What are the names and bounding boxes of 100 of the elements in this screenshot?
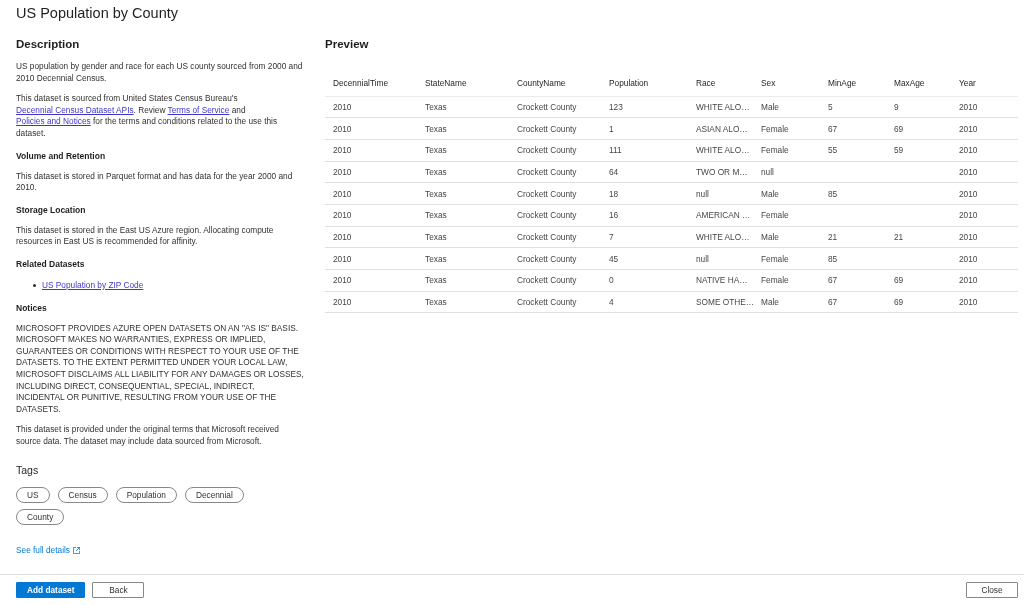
table-cell: 85 bbox=[828, 253, 838, 264]
table-cell: Male bbox=[761, 101, 779, 112]
table-cell: Crockett County bbox=[517, 297, 577, 308]
dataset-link[interactable]: US Population by ZIP Code bbox=[42, 279, 144, 292]
table-cell: Texas bbox=[425, 101, 447, 112]
section-heading: Preview bbox=[325, 37, 369, 52]
table-cell: 2010 bbox=[959, 275, 978, 286]
body-text: This dataset is stored in Parquet format and has data for the year 2000 and 2010. bbox=[16, 170, 294, 194]
table-cell: 55 bbox=[828, 145, 838, 156]
body-text: This dataset is sourced from United States Census Bureau's Decennial Census Dataset APIs. Review Terms of Service and Policies and Notices for the terms and conditions related to the use this dataset. bbox=[16, 93, 279, 140]
back-button[interactable]: Back bbox=[92, 582, 145, 598]
table-cell: Male bbox=[761, 297, 779, 308]
table-cell: 7 bbox=[609, 231, 614, 242]
table-cell: 2010 bbox=[959, 145, 978, 156]
table-cell: Texas bbox=[425, 145, 447, 156]
table-cell: 2010 bbox=[959, 188, 978, 199]
table-cell: Crockett County bbox=[517, 101, 577, 112]
table-cell: Crockett County bbox=[517, 253, 577, 264]
table-cell: 16 bbox=[609, 210, 619, 221]
table-cell: 69 bbox=[894, 275, 904, 286]
table-cell: 2010 bbox=[333, 166, 352, 177]
window-title: US Population by County bbox=[15, 4, 178, 22]
subsection-heading: Notices bbox=[16, 301, 47, 314]
body-text: MICROSOFT PROVIDES AZURE OPEN DATASETS ON AN "AS IS" BASIS. MICROSOFT MAKES NO WARRANTIES, EXPRESS OR IMPLIED, GUARANTEES OR CONDITIONS WITH RESPECT TO YOUR USE OF THE DATASETS. TO THE EXTENT PERMITTED UNDER YOUR LOCAL LAW, MICROSOFT DISCLAIMS ALL LIABILITY FOR ANY DAMAGES OR LOSSES, INCLUDING DIRECT, CONSEQUENTIAL, SPECIAL, INDIRECT, INCIDENTAL OR PUNITIVE, RESULTING FROM YOUR USE OF THE DATASETS. bbox=[16, 322, 304, 416]
table-cell: SOME OTHE… bbox=[696, 297, 755, 308]
column-header: MaxAge bbox=[894, 78, 925, 89]
table-cell: Crockett County bbox=[517, 210, 577, 221]
text-link[interactable]: Policies and Notices bbox=[16, 116, 91, 127]
table-cell: Male bbox=[761, 231, 779, 242]
close-button[interactable]: Close bbox=[966, 582, 1018, 598]
table-cell: Crockett County bbox=[517, 231, 577, 242]
table-cell: 67 bbox=[828, 123, 838, 134]
table-cell: WHITE ALO… bbox=[696, 231, 750, 242]
bullet-icon bbox=[33, 284, 36, 288]
table-cell: 123 bbox=[609, 101, 623, 112]
column-header: Sex bbox=[761, 78, 776, 89]
table-cell: 4 bbox=[609, 297, 614, 308]
table-cell: 2010 bbox=[959, 210, 978, 221]
table-cell: Texas bbox=[425, 231, 447, 242]
table-cell: 2010 bbox=[333, 275, 352, 286]
table-cell: Texas bbox=[425, 166, 447, 177]
add-button[interactable]: Add dataset bbox=[16, 582, 86, 598]
body-text: This dataset is provided under the original terms that Microsoft received source data. The dataset may include data sourced from Microsoft. bbox=[16, 424, 280, 448]
table-cell: 2010 bbox=[959, 123, 978, 134]
table-cell: Crockett County bbox=[517, 188, 577, 199]
table-cell: 69 bbox=[894, 123, 904, 134]
column-header: DecennialTime bbox=[333, 78, 389, 89]
table-cell: 1 bbox=[609, 123, 614, 134]
table-cell: 2010 bbox=[959, 166, 978, 177]
table-cell: 2010 bbox=[333, 188, 352, 199]
subsection-heading: Storage Location bbox=[16, 203, 86, 216]
table-cell: 2010 bbox=[333, 253, 352, 264]
table-cell: Female bbox=[761, 253, 789, 264]
table-cell: WHITE ALO… bbox=[696, 101, 750, 112]
table-cell: Crockett County bbox=[517, 275, 577, 286]
details-link[interactable]: See full details bbox=[16, 544, 80, 557]
table-cell: NATIVE HA… bbox=[696, 275, 748, 286]
table-cell: 59 bbox=[894, 145, 904, 156]
table-cell: 2010 bbox=[333, 297, 352, 308]
table-cell: 2010 bbox=[333, 123, 352, 134]
table-cell: Female bbox=[761, 145, 789, 156]
table-cell: ASIAN ALO… bbox=[696, 123, 748, 134]
table-cell: Male bbox=[761, 188, 779, 199]
table-cell: Texas bbox=[425, 123, 447, 134]
table-cell: null bbox=[696, 253, 709, 264]
tags-heading: Tags bbox=[16, 463, 39, 478]
column-header: StateName bbox=[425, 78, 467, 89]
subsection-heading: Related Datasets bbox=[16, 257, 85, 270]
subsection-heading: Volume and Retention bbox=[16, 149, 106, 162]
table-cell: 18 bbox=[609, 188, 619, 199]
table-cell: Female bbox=[761, 210, 789, 221]
table-cell: Texas bbox=[425, 188, 447, 199]
table-cell: Crockett County bbox=[517, 123, 577, 134]
table-cell: 0 bbox=[609, 275, 614, 286]
table-cell: AMERICAN … bbox=[696, 210, 751, 221]
table-cell: TWO OR M… bbox=[696, 166, 748, 177]
table-cell: Texas bbox=[425, 253, 447, 264]
table-cell: WHITE ALO… bbox=[696, 145, 750, 156]
table-cell: 2010 bbox=[333, 101, 352, 112]
text-link[interactable]: Terms of Service bbox=[167, 104, 230, 115]
table-cell: 69 bbox=[894, 297, 904, 308]
table-cell: 21 bbox=[828, 231, 838, 242]
table-cell: Crockett County bbox=[517, 166, 577, 177]
table-cell: 64 bbox=[609, 166, 619, 177]
section-heading: Description bbox=[16, 37, 80, 52]
table-cell: 21 bbox=[894, 231, 904, 242]
table-cell: Female bbox=[761, 275, 789, 286]
column-header: Population bbox=[609, 78, 649, 89]
column-header: Race bbox=[696, 78, 716, 89]
table-cell: 85 bbox=[828, 188, 838, 199]
table-cell: 2010 bbox=[959, 253, 978, 264]
column-header: CountyName bbox=[517, 78, 566, 89]
table-cell: null bbox=[761, 166, 774, 177]
table-cell: Crockett County bbox=[517, 145, 577, 156]
table-cell: 2010 bbox=[959, 297, 978, 308]
external-link-icon bbox=[72, 546, 80, 554]
table-cell: null bbox=[696, 188, 709, 199]
table-cell: Female bbox=[761, 123, 789, 134]
table-cell: 67 bbox=[828, 297, 838, 308]
table-cell: 2010 bbox=[959, 231, 978, 242]
